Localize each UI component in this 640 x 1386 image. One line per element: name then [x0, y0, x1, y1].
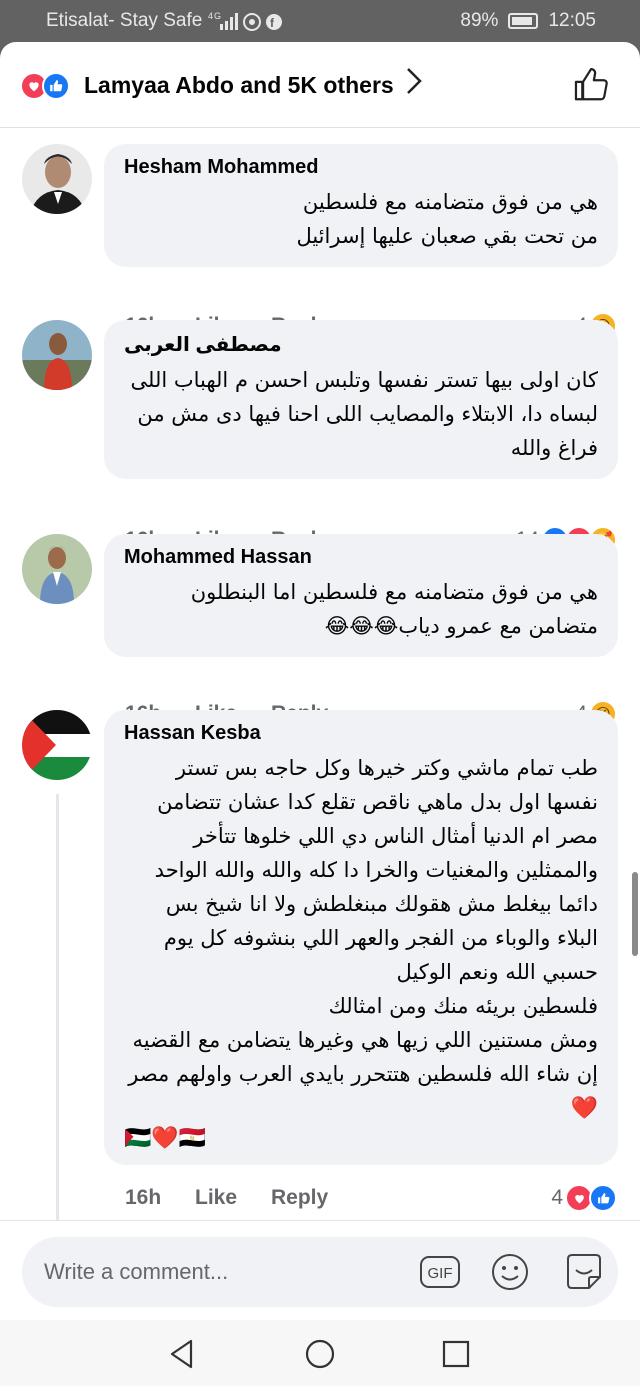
comment-input-placeholder[interactable]: Write a comment... [44, 1259, 228, 1285]
avatar[interactable] [22, 710, 92, 780]
carrier-label: Etisalat- Stay Safe [46, 10, 203, 31]
svg-text:f: f [270, 16, 275, 30]
comment-text: هي من فوق متضامنه مع فلسطين من تحت بقي ص… [296, 190, 598, 248]
recents-icon[interactable] [436, 1334, 476, 1374]
like-button[interactable]: Like [195, 1186, 237, 1210]
thread-line [56, 794, 59, 1234]
comment-input[interactable]: Write a comment... GIF [22, 1237, 618, 1307]
android-nav-bar [0, 1320, 640, 1386]
reactors-summary[interactable]: Lamyaa Abdo and 5K others [84, 72, 394, 99]
status-bar: Etisalat- Stay Safe 4G f 89% 12:05 [0, 0, 640, 42]
svg-text:4G: 4G [208, 11, 222, 21]
emoji-icon[interactable] [488, 1250, 532, 1294]
comment-author[interactable]: Mohammed Hassan [124, 546, 598, 569]
sticker-icon[interactable] [562, 1250, 606, 1294]
battery-icon [508, 13, 539, 29]
clock: 12:05 [548, 10, 596, 31]
comment-bubble[interactable]: Hesham Mohammed هي من فوق متضامنه مع فلس… [104, 144, 618, 267]
comment-actions: 16h Like Reply 4 [125, 1184, 625, 1216]
comment-author[interactable]: Hassan Kesba [124, 722, 598, 745]
comment-emoji: 🇵🇸❤️🇪🇬 [124, 1125, 207, 1150]
gif-icon[interactable]: GIF [418, 1250, 462, 1294]
home-icon[interactable] [300, 1334, 340, 1374]
comment-time[interactable]: 16h [125, 1186, 161, 1210]
gif-label: GIF [428, 1265, 453, 1282]
like-post-icon[interactable] [572, 66, 610, 109]
avatar[interactable] [22, 144, 92, 214]
comment-bubble[interactable]: Mohammed Hassan هي من فوق متضامنه مع فلس… [104, 534, 618, 657]
comment-author[interactable]: Hesham Mohammed [124, 156, 598, 179]
reactions-header[interactable]: Lamyaa Abdo and 5K others [0, 42, 640, 128]
chevron-right-icon[interactable] [404, 66, 424, 104]
like-icon [589, 1184, 617, 1212]
comment-author[interactable]: مصطفى العربى [124, 332, 598, 357]
signal-icon: 4G f [208, 10, 288, 35]
reaction-icons [20, 72, 70, 100]
reaction-count-value: 4 [551, 1186, 563, 1209]
like-icon [42, 72, 70, 100]
comment-text: كان اولى بيها تستر نفسها وتلبس احسن م ال… [130, 368, 598, 460]
scrollbar[interactable] [632, 872, 638, 956]
reaction-count[interactable]: 4 [551, 1184, 617, 1212]
comments-sheet: Lamyaa Abdo and 5K others Hesham Mohamme… [0, 42, 640, 1386]
battery-percent: 89% [460, 10, 499, 31]
composer-bar: Write a comment... GIF [0, 1220, 640, 1320]
comment-bubble[interactable]: مصطفى العربى كان اولى بيها تستر نفسها وت… [104, 320, 618, 479]
comment-bubble[interactable]: Hassan Kesba طب تمام ماشي وكتر خيرها وكل… [104, 710, 618, 1165]
comment-text: هي من فوق متضامنه مع فلسطين اما البنطلون… [190, 580, 598, 638]
avatar[interactable] [22, 534, 92, 604]
reply-button[interactable]: Reply [271, 1186, 328, 1210]
comment-text: طب تمام ماشي وكتر خيرها وكل حاجه بس تستر… [128, 756, 598, 1086]
back-icon[interactable] [162, 1334, 202, 1374]
comment-emoji: ❤️ [570, 1095, 598, 1120]
avatar[interactable] [22, 320, 92, 390]
